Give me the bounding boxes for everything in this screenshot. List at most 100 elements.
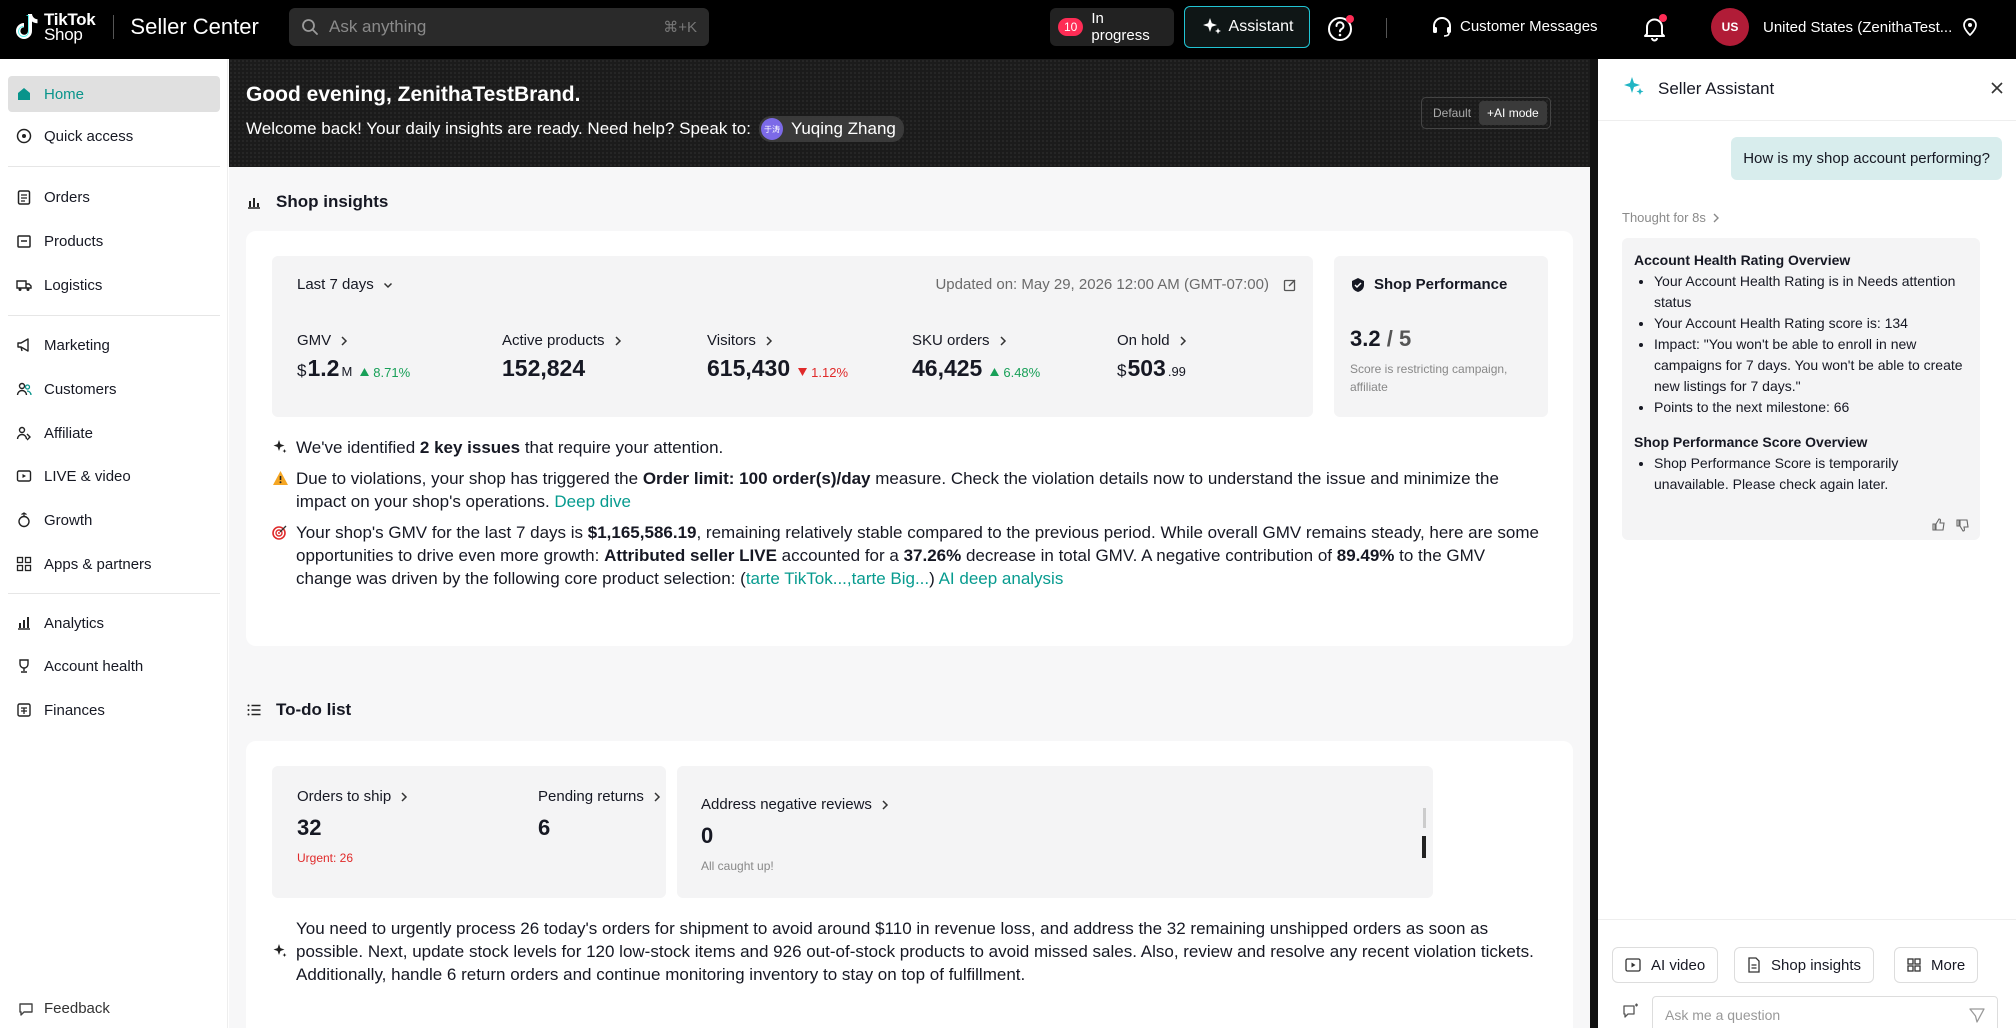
sidebar-item-analytics[interactable]: Analytics (8, 605, 220, 641)
sidebar-item-finances[interactable]: Finances (8, 692, 220, 728)
close-icon[interactable] (1990, 81, 2004, 95)
sidebar-item-account-health[interactable]: Account health (8, 648, 220, 684)
sidebar: Home Quick access Orders Products Logist… (0, 59, 228, 1028)
issue1-pre: Due to violations, your shop has trigger… (296, 469, 643, 488)
assistant-label: Assistant (1228, 18, 1294, 35)
thumbs-down-icon[interactable] (1956, 518, 1970, 532)
sidebar-divider (8, 315, 220, 316)
todo-value: 0 (701, 823, 714, 848)
metric-change-value: 6.48% (1003, 364, 1041, 380)
metric-visitors[interactable]: Visitors 615,430 1.12% (707, 332, 848, 382)
mode-toggle[interactable]: Default +AI mode (1421, 97, 1551, 129)
issue2-gmv-value: $1,165,586.19 (587, 523, 697, 542)
todo-pending-returns[interactable]: Pending returns 6 (538, 788, 662, 841)
finance-icon (17, 703, 31, 717)
thought-toggle[interactable]: Thought for 8s (1622, 210, 1720, 225)
metric-change-value: 8.71% (373, 364, 411, 380)
notification-bell-icon[interactable] (1641, 14, 1669, 42)
reviews-status: All caught up! (701, 859, 774, 873)
welcome-text: Welcome back! Your daily insights are re… (246, 116, 904, 142)
in-progress-button[interactable]: 10 In progress (1050, 8, 1174, 46)
sparkle-icon (273, 944, 287, 957)
sidebar-item-customers[interactable]: Customers (8, 371, 220, 407)
edit-icon[interactable] (1283, 278, 1297, 292)
mode-ai-option[interactable]: +AI mode (1479, 101, 1547, 125)
agent-name: Yuqing Zhang (790, 119, 896, 138)
metric-gmv[interactable]: GMV $1.2 M 8.71% (297, 332, 410, 382)
new-chat-icon[interactable] (1622, 1002, 1640, 1020)
chip-more[interactable]: More (1894, 947, 1979, 983)
chevron-right-icon (341, 335, 348, 346)
target-icon (272, 525, 287, 540)
product-link[interactable]: tarte TikTok... (746, 569, 847, 588)
sidebar-item-apps-partners[interactable]: Apps & partners (8, 546, 220, 582)
shop-performance-score: 3.2 / 5 (1350, 326, 1411, 352)
todo-negative-reviews[interactable]: Address negative reviews 0 All caught up… (701, 796, 890, 873)
sidebar-item-quick-access[interactable]: Quick access (8, 118, 220, 154)
period-selector[interactable]: Last 7 days (297, 276, 394, 293)
metric-value: 46,425 (912, 355, 983, 381)
sidebar-item-live-video[interactable]: LIVE & video (8, 458, 220, 494)
todo-orders-to-ship[interactable]: Orders to ship 32 Urgent: 26 (297, 788, 409, 865)
sidebar-item-label: Orders (44, 188, 90, 206)
seller-assistant-panel: Seller Assistant How is my shop account … (1590, 59, 2016, 1028)
metric-active-products[interactable]: Active products 152,824 (502, 332, 623, 382)
shop-insights-card: Last 7 days Updated on: May 29, 2026 12:… (246, 231, 1573, 646)
thought-label: Thought for 8s (1622, 210, 1706, 225)
issue2-channel: Attributed seller LIVE (604, 546, 777, 565)
sidebar-item-orders[interactable]: Orders (8, 179, 220, 215)
tiktok-shop-logo[interactable]: TikTok Shop Seller Center (14, 11, 259, 43)
customer-messages-button[interactable]: Customer Messages (1430, 14, 1598, 38)
metric-label: Visitors (707, 332, 756, 349)
ask-question-input[interactable]: Ask me a question (1652, 996, 1998, 1028)
metric-sku-orders[interactable]: SKU orders 46,425 6.48% (912, 332, 1040, 382)
assistant-header: Seller Assistant (1598, 59, 2016, 121)
play-icon (1625, 958, 1641, 972)
sidebar-item-label: Analytics (44, 614, 105, 632)
help-icon[interactable] (1327, 14, 1355, 42)
mode-default-option[interactable]: Default (1425, 101, 1479, 125)
chevron-right-icon (1713, 213, 1719, 222)
deep-dive-link[interactable]: Deep dive (554, 492, 631, 511)
metric-on-hold[interactable]: On hold $503.99 (1117, 332, 1188, 382)
account-manager-chip[interactable]: 于涛 Yuqing Zhang (758, 116, 904, 142)
assistant-button[interactable]: Assistant (1184, 6, 1310, 48)
triangle-up-icon (360, 368, 370, 376)
sidebar-item-products[interactable]: Products (8, 223, 220, 259)
video-icon (16, 470, 32, 482)
sidebar-item-label: Apps & partners (44, 555, 152, 573)
shop-performance-panel[interactable]: Shop Performance 3.2 / 5 Score is restri… (1334, 256, 1548, 417)
scroll-indicator (1423, 808, 1426, 828)
logo-divider (113, 15, 115, 39)
sidebar-item-growth[interactable]: Growth (8, 502, 220, 538)
growth-icon (18, 512, 30, 528)
product-link[interactable]: tarte Big... (852, 569, 929, 588)
updated-timestamp: Updated on: May 29, 2026 12:00 AM (GMT-0… (935, 276, 1297, 293)
app-title: Seller Center (130, 14, 259, 39)
chip-ai-video[interactable]: AI video (1612, 947, 1719, 983)
chip-shop-insights[interactable]: Shop insights (1734, 947, 1875, 983)
metric-value: 152,824 (502, 355, 586, 381)
answer-list: Shop Performance Score is temporarily un… (1634, 453, 1968, 495)
ai-deep-analysis-link[interactable]: AI deep analysis (939, 569, 1064, 588)
user-message-bubble: How is my shop account performing? (1731, 137, 2002, 180)
feedback-button[interactable]: Feedback (18, 1000, 110, 1017)
updated-label: Updated on: May 29, 2026 12:00 AM (GMT-0… (935, 276, 1269, 293)
account-switcher[interactable]: US United States (ZenithaTest... (1711, 8, 1978, 46)
sidebar-item-affiliate[interactable]: Affiliate (8, 415, 220, 451)
search-input[interactable]: Ask anything ⌘+K (289, 8, 709, 46)
sidebar-item-logistics[interactable]: Logistics (8, 267, 220, 303)
metric-label: Active products (502, 332, 605, 349)
period-label: Last 7 days (297, 276, 374, 293)
sidebar-item-label: Marketing (44, 336, 110, 354)
send-icon[interactable] (1969, 1007, 1985, 1023)
thumbs-up-icon[interactable] (1932, 518, 1946, 532)
shop-performance-note: Score is restricting campaign, affiliate (1350, 362, 1508, 394)
todo-label: Pending returns (538, 788, 644, 805)
top-bar: TikTok Shop Seller Center Ask anything ⌘… (0, 0, 2016, 59)
metric-suffix: M (341, 364, 353, 379)
sidebar-item-home[interactable]: Home (8, 76, 220, 112)
todo-summary-text: You need to urgently process 26 today's … (296, 919, 1534, 984)
sidebar-item-marketing[interactable]: Marketing (8, 327, 220, 363)
shop-performance-title: Shop Performance (1350, 276, 1507, 293)
